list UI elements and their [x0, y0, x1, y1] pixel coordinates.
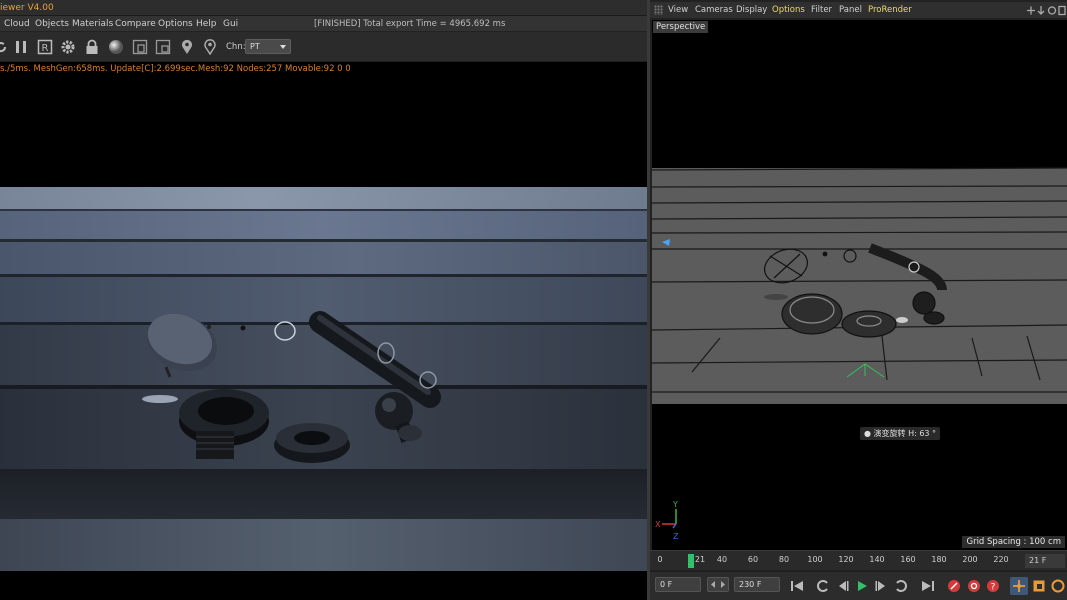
rotation-hud: ● 演变旋转 H: 63 °	[860, 427, 941, 440]
axis-z-label: Z	[673, 532, 679, 541]
timeline-tick: 21	[694, 555, 706, 564]
menu-cloud[interactable]: Cloud	[4, 19, 30, 29]
lock-icon[interactable]	[83, 38, 101, 56]
transport-bar: 0 F 230 F ?	[650, 571, 1067, 600]
move-keys-icon[interactable]	[1010, 577, 1028, 595]
menu-cameras[interactable]: Cameras	[695, 5, 733, 15]
frame-icon[interactable]	[131, 38, 149, 56]
channel-select[interactable]: PT	[245, 39, 291, 54]
go-to-start-icon[interactable]	[788, 577, 806, 595]
crop-icon[interactable]	[154, 38, 172, 56]
svg-text:R: R	[42, 43, 49, 54]
end-frame-field[interactable]: 230 F	[734, 577, 780, 592]
render-nut	[274, 423, 350, 463]
render-viewer-menubar: Cloud Objects Materials Compare Options …	[0, 16, 647, 32]
menu-gui[interactable]: Gui	[223, 19, 238, 29]
timeline-playhead[interactable]	[688, 554, 694, 568]
param-keys-icon[interactable]	[1049, 577, 1067, 595]
viewport-wireframe: Y X Z	[652, 167, 1067, 541]
step-back-icon[interactable]	[834, 577, 852, 595]
go-to-end-icon[interactable]	[919, 577, 937, 595]
scale-keys-icon[interactable]	[1030, 577, 1048, 595]
step-forward-icon[interactable]	[872, 577, 890, 595]
render-viewer-titlebar: iewer V4.00	[0, 0, 647, 16]
timeline-tick: 60	[747, 555, 759, 564]
frame-stepper[interactable]	[707, 577, 729, 592]
render-bottle-cap	[179, 389, 269, 459]
chevron-down-icon	[280, 45, 286, 49]
render-stats-text: s./5ms. MeshGen:658ms. Update[C]:2.699se…	[0, 64, 351, 74]
menu-filter[interactable]: Filter	[811, 5, 832, 15]
render-disc	[146, 313, 218, 378]
menu-options[interactable]: Options	[158, 19, 193, 29]
menu-display[interactable]: Display	[736, 5, 767, 15]
menu-view[interactable]: View	[668, 5, 688, 15]
timeline-tick: 40	[716, 555, 728, 564]
axis-gizmo: Y X Z	[655, 500, 679, 541]
channel-select-value: PT	[250, 42, 260, 51]
menu-options-active[interactable]: Options	[772, 5, 805, 15]
pin-outline-icon[interactable]	[201, 38, 219, 56]
menu-compare[interactable]: Compare	[115, 19, 156, 29]
axis-x-label: X	[655, 520, 661, 529]
start-frame-field[interactable]: 0 F	[655, 577, 701, 592]
grid-spacing-label: Grid Spacing : 100 cm	[962, 536, 1065, 548]
timeline-tick: 120	[838, 555, 854, 564]
previous-key-icon[interactable]	[814, 577, 832, 595]
timeline-tick: 220	[993, 555, 1009, 564]
timeline-tick: 100	[807, 555, 823, 564]
light-gizmo[interactable]	[662, 239, 670, 246]
perspective-viewport[interactable]: Perspective Y X Z ● 演变旋转 H: 63 ° Grid Sp…	[652, 20, 1067, 550]
render-image[interactable]	[0, 187, 647, 571]
menu-help[interactable]: Help	[196, 19, 217, 29]
menu-materials[interactable]: Materials	[72, 19, 113, 29]
axis-y-label: Y	[672, 500, 678, 509]
settings-icon[interactable]	[59, 38, 77, 56]
timeline-tick: 180	[931, 555, 947, 564]
timeline-tick: 80	[778, 555, 790, 564]
menu-panel[interactable]: Panel	[839, 5, 862, 15]
viewport-menubar: View Cameras Display Options Filter Pane…	[650, 2, 1067, 18]
play-icon[interactable]	[853, 577, 871, 595]
timeline-tick: 160	[900, 555, 916, 564]
viewport-nav-icons[interactable]	[1026, 5, 1066, 16]
record-icon[interactable]	[945, 577, 963, 595]
render-viewer-panel: iewer V4.00 Cloud Objects Materials Comp…	[0, 0, 647, 600]
menu-prorender[interactable]: ProRender	[868, 5, 912, 15]
svg-text:?: ?	[991, 583, 996, 593]
timeline-tick: 200	[962, 555, 978, 564]
next-key-icon[interactable]	[892, 577, 910, 595]
timeline-ruler[interactable]: 0 21 40 60 80 100 120 140 160 180 200 22…	[650, 550, 1067, 570]
channel-label: Chn:	[226, 42, 246, 52]
export-status-text: [FINISHED] Total export Time = 4965.692 …	[314, 19, 506, 29]
refresh-icon[interactable]	[0, 38, 10, 56]
floor-plank-lines	[652, 167, 1067, 393]
region-render-icon[interactable]: R	[36, 38, 54, 56]
editor-viewport-panel: View Cameras Display Options Filter Pane…	[650, 0, 1067, 600]
menu-objects[interactable]: Objects	[35, 19, 69, 29]
current-frame-display: 21 F	[1025, 554, 1065, 568]
timeline-tick: 0	[657, 555, 663, 564]
render-viewer-toolbar: R Chn: PT	[0, 32, 647, 62]
render-viewer-title: iewer V4.00	[0, 3, 54, 13]
grip-icon[interactable]	[654, 5, 663, 15]
keyframe-help-icon[interactable]: ?	[984, 577, 1002, 595]
material-sphere-icon[interactable]	[107, 38, 125, 56]
auto-key-icon[interactable]	[965, 577, 983, 595]
render-tube	[309, 311, 441, 408]
timeline-tick: 140	[869, 555, 885, 564]
render-objects	[142, 311, 441, 463]
viewport-models	[764, 243, 947, 338]
pause-icon[interactable]	[12, 38, 30, 56]
camera-target-gizmo[interactable]	[846, 363, 885, 378]
pin-icon[interactable]	[178, 38, 196, 56]
